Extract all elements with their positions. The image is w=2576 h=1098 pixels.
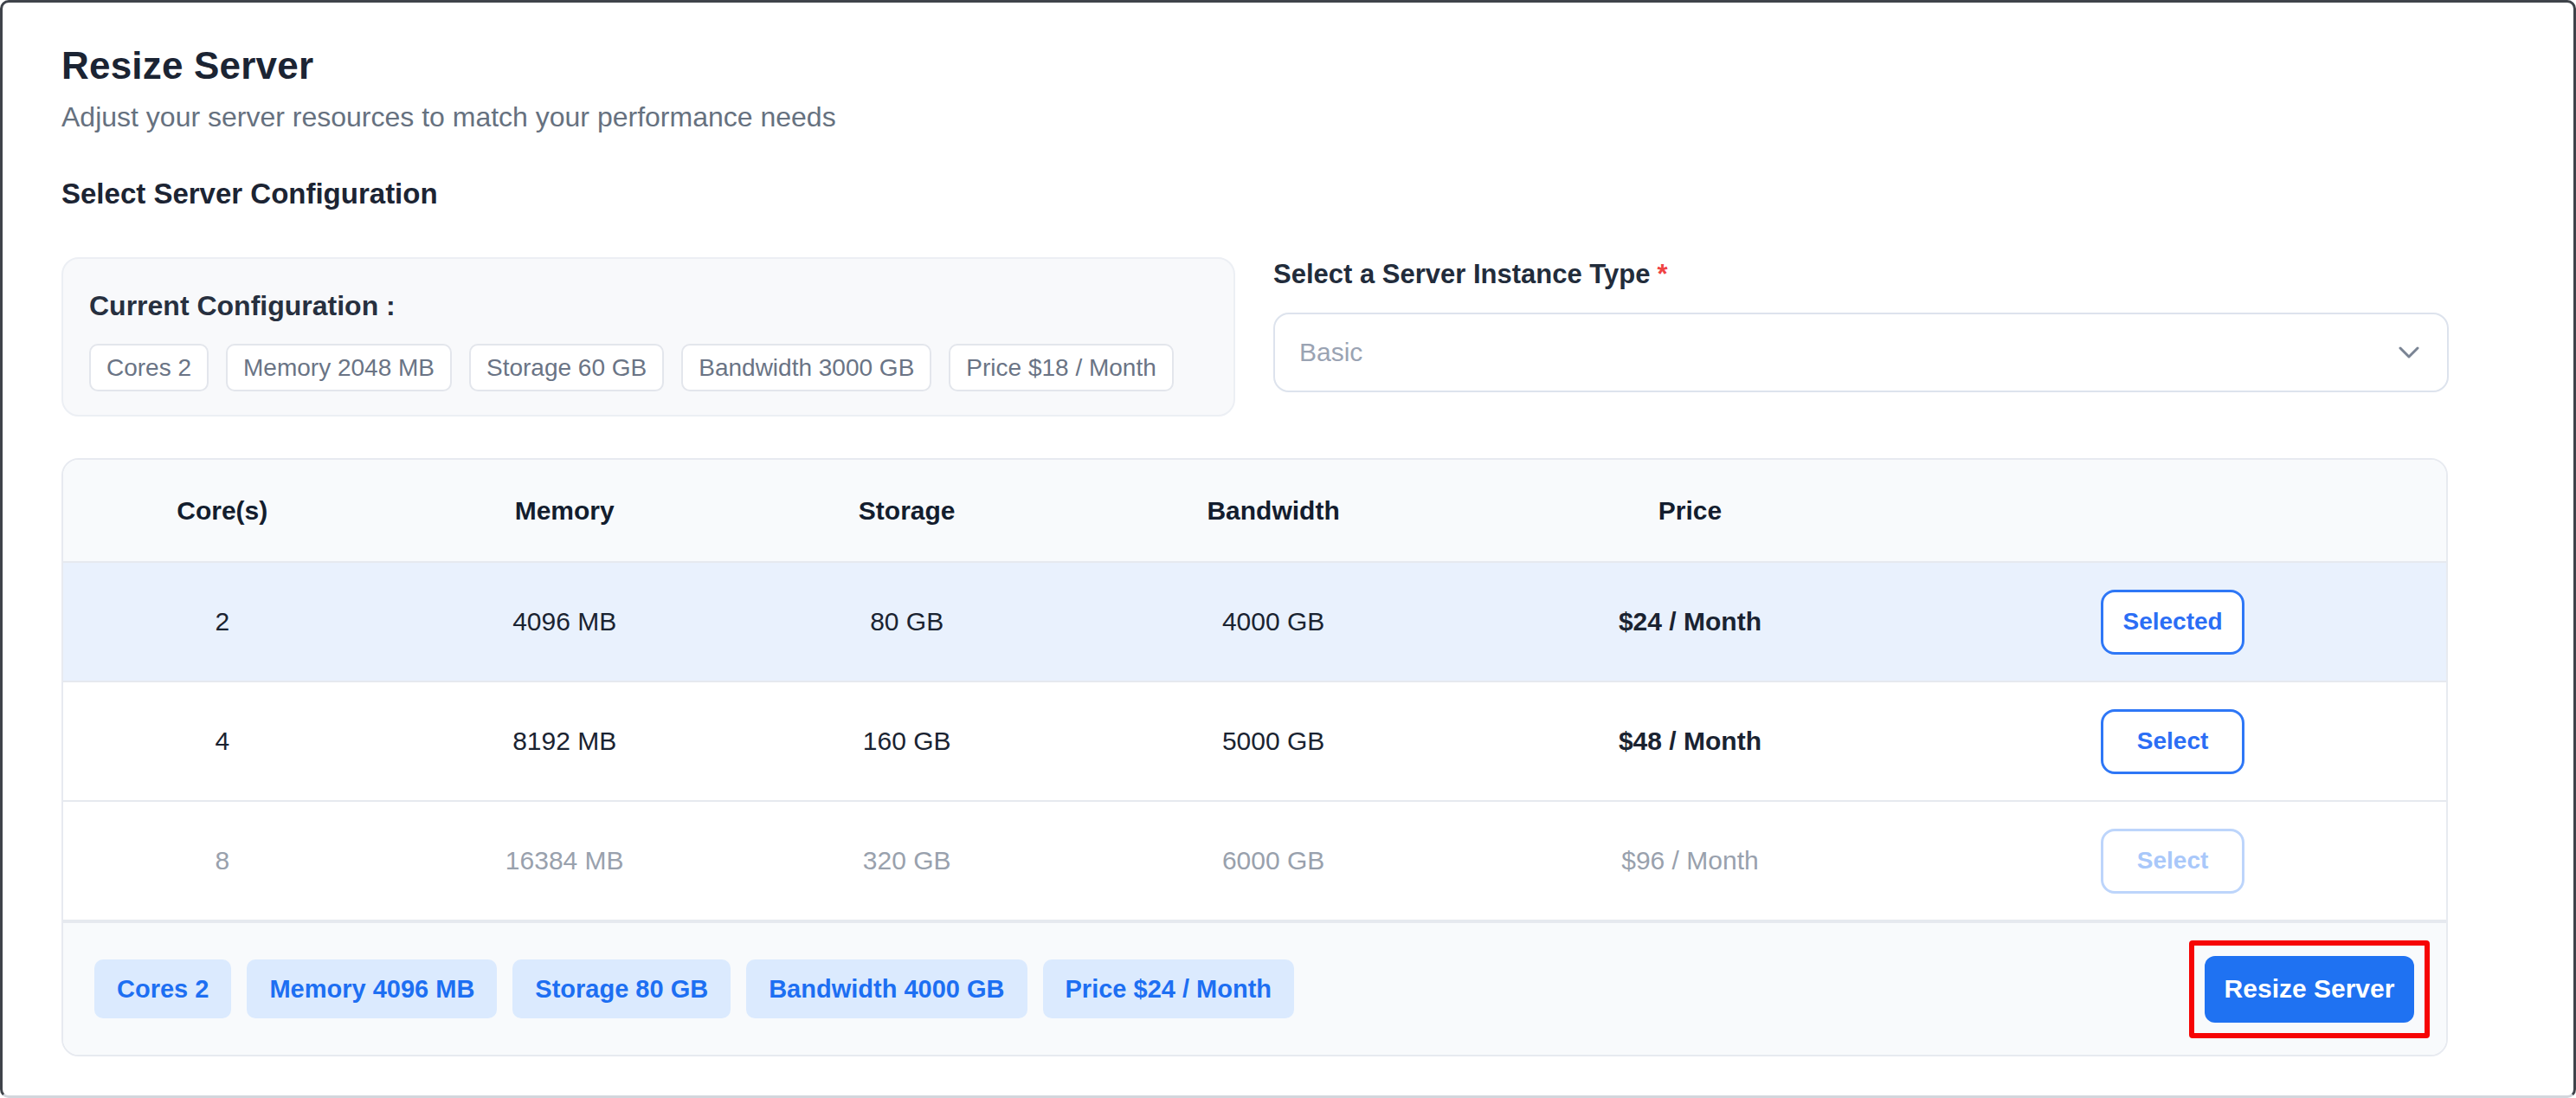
cell-bandwidth: 6000 GB [1066,801,1480,920]
cell-memory: 8192 MB [382,681,748,801]
column-header-cores: Core(s) [63,460,382,562]
summary-pill-bandwidth: Bandwidth 4000 GB [746,959,1027,1018]
app-window: Resize Server Adjust your server resourc… [0,0,2576,1098]
cell-storage: 320 GB [748,801,1066,920]
table-footer: Cores 2 Memory 4096 MB Storage 80 GB Ban… [63,921,2446,1055]
resize-server-panel: Resize Server Adjust your server resourc… [3,3,2573,1056]
current-configuration-label: Current Configuration : [89,288,1208,323]
select-plan-button[interactable]: Select [2101,709,2244,774]
summary-pill-price: Price $24 / Month [1043,959,1295,1018]
instance-type-value: Basic [1299,338,2399,367]
plan-row-selected: 2 4096 MB 80 GB 4000 GB $24 / Month Sele… [63,562,2446,681]
column-header-storage: Storage [748,460,1066,562]
current-config-pill-cores: Cores 2 [89,344,209,391]
instance-type-select[interactable]: Basic [1273,313,2449,392]
cell-price: $48 / Month [1481,681,1899,801]
cell-bandwidth: 5000 GB [1066,681,1480,801]
page-title: Resize Server [61,44,2449,87]
instance-type-label-text: Select a Server Instance Type [1273,259,1650,289]
cell-bandwidth: 4000 GB [1066,562,1480,681]
cell-memory: 16384 MB [382,801,748,920]
plans-table-card: Core(s) Memory Storage Bandwidth Price 2… [61,458,2448,1056]
required-asterisk: * [1657,259,1667,289]
configuration-row: Current Configuration : Cores 2 Memory 2… [61,257,2449,417]
current-configuration-pills: Cores 2 Memory 2048 MB Storage 60 GB Ban… [89,344,1208,391]
section-title: Select Server Configuration [61,178,2449,210]
page-subtitle: Adjust your server resources to match yo… [61,101,2449,132]
chevron-down-icon [2399,346,2419,358]
summary-pill-storage: Storage 80 GB [512,959,731,1018]
summary-pill-memory: Memory 4096 MB [247,959,497,1018]
plan-row: 4 8192 MB 160 GB 5000 GB $48 / Month Sel… [63,681,2446,801]
column-header-action [1899,460,2446,562]
cell-price: $24 / Month [1481,562,1899,681]
column-header-bandwidth: Bandwidth [1066,460,1480,562]
select-plan-button-disabled: Select [2101,829,2244,894]
cell-cores: 2 [63,562,382,681]
selected-plan-button[interactable]: Selected [2101,590,2244,655]
cell-storage: 160 GB [748,681,1066,801]
column-header-memory: Memory [382,460,748,562]
cell-memory: 4096 MB [382,562,748,681]
summary-pill-cores: Cores 2 [94,959,231,1018]
cell-action: Select [1899,801,2446,920]
cell-cores: 4 [63,681,382,801]
instance-type-column: Select a Server Instance Type* Basic [1273,257,2449,417]
table-header-row: Core(s) Memory Storage Bandwidth Price [63,460,2446,562]
plan-row-disabled: 8 16384 MB 320 GB 6000 GB $96 / Month Se… [63,801,2446,920]
instance-type-label: Select a Server Instance Type* [1273,257,2449,292]
column-header-price: Price [1481,460,1899,562]
cell-storage: 80 GB [748,562,1066,681]
cell-action: Select [1899,681,2446,801]
resize-server-button[interactable]: Resize Server [2205,956,2414,1023]
current-config-pill-storage: Storage 60 GB [469,344,664,391]
current-config-pill-bandwidth: Bandwidth 3000 GB [681,344,931,391]
plans-table: Core(s) Memory Storage Bandwidth Price 2… [63,460,2446,921]
cell-action: Selected [1899,562,2446,681]
current-configuration-card: Current Configuration : Cores 2 Memory 2… [61,257,1235,417]
current-config-pill-memory: Memory 2048 MB [226,344,452,391]
current-config-pill-price: Price $18 / Month [949,344,1173,391]
annotation-highlight-box: Resize Server [2189,940,2430,1038]
cell-cores: 8 [63,801,382,920]
cell-price: $96 / Month [1481,801,1899,920]
